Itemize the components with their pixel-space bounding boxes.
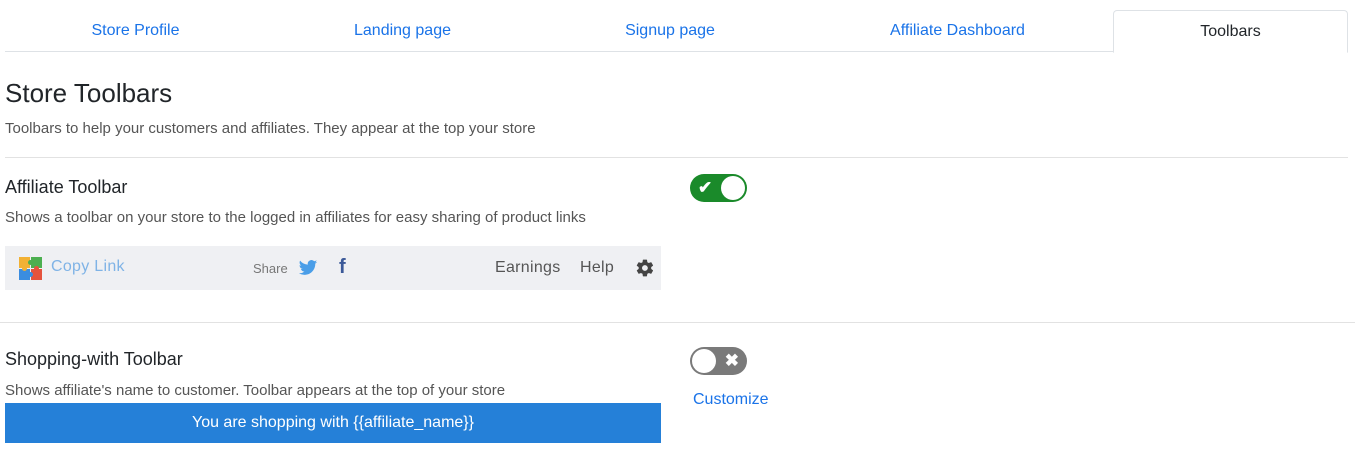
puzzle-logo-icon bbox=[19, 257, 42, 280]
check-icon: ✔ bbox=[698, 178, 713, 197]
twitter-icon[interactable] bbox=[298, 258, 318, 278]
tab-signup-page[interactable]: Signup page bbox=[595, 10, 745, 52]
affiliate-toolbar-title: Affiliate Toolbar bbox=[5, 177, 128, 197]
toggle-knob bbox=[721, 176, 745, 200]
help-link[interactable]: Help bbox=[580, 259, 614, 277]
shopping-toolbar-description: Shows affiliate's name to customer. Tool… bbox=[5, 382, 506, 399]
settings-tabs: Store Profile Landing page Signup page A… bbox=[5, 10, 1348, 53]
close-icon: ✖ bbox=[724, 351, 739, 370]
divider bbox=[5, 157, 1348, 158]
shopping-with-bar-preview: You are shopping with {{affiliate_name}} bbox=[5, 403, 661, 443]
tab-toolbars[interactable]: Toolbars bbox=[1113, 10, 1348, 53]
share-label: Share bbox=[253, 261, 288, 276]
toggle-knob bbox=[692, 349, 716, 373]
tab-landing-page[interactable]: Landing page bbox=[325, 10, 480, 52]
shopping-toolbar-title: Shopping-with Toolbar bbox=[5, 349, 183, 369]
gear-icon[interactable] bbox=[635, 258, 655, 278]
customize-link[interactable]: Customize bbox=[693, 391, 769, 409]
earnings-link[interactable]: Earnings bbox=[495, 259, 561, 277]
tab-store-profile[interactable]: Store Profile bbox=[53, 10, 218, 52]
shopping-toolbar-toggle[interactable]: ✖ bbox=[690, 347, 747, 375]
affiliate-toolbar-preview: Copy Link Share f Earnings Help bbox=[5, 246, 661, 290]
page-title: Store Toolbars bbox=[5, 78, 173, 108]
copy-link-button[interactable]: Copy Link bbox=[51, 258, 125, 276]
page-description: Toolbars to help your customers and affi… bbox=[5, 120, 536, 137]
tab-affiliate-dashboard[interactable]: Affiliate Dashboard bbox=[865, 10, 1050, 52]
divider bbox=[0, 322, 1355, 323]
affiliate-toolbar-toggle[interactable]: ✔ bbox=[690, 174, 747, 202]
affiliate-toolbar-description: Shows a toolbar on your store to the log… bbox=[5, 209, 586, 226]
facebook-icon[interactable]: f bbox=[339, 256, 346, 279]
